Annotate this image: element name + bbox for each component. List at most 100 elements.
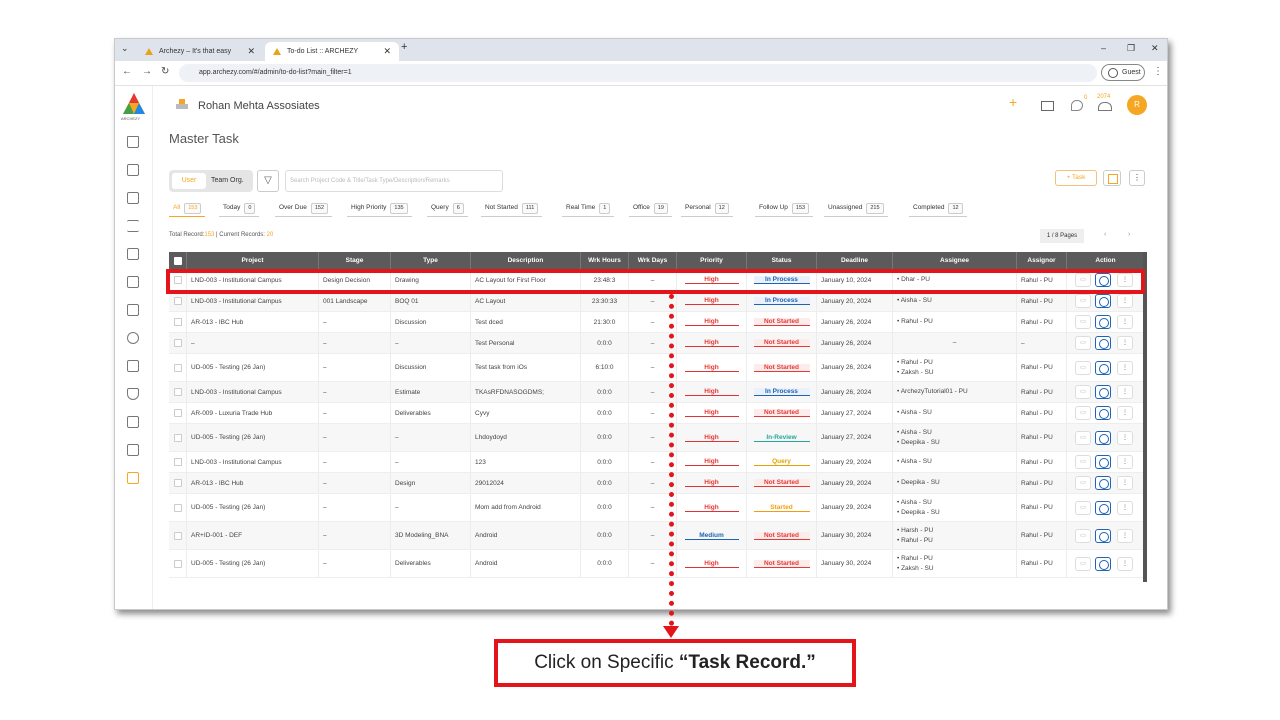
chip-over-due[interactable]: Over Due 152 [275,200,333,217]
column-header-wrk-days[interactable]: Wrk Days [629,252,677,270]
row-checkbox[interactable] [173,318,182,326]
grid-view-icon[interactable] [1103,170,1121,186]
column-header-project[interactable]: Project [187,252,319,270]
org-chart-icon[interactable] [127,444,139,456]
user-avatar[interactable]: R [1127,95,1147,115]
table-row[interactable]: LND-003 - Institutional Campus 001 Landsc… [169,291,1145,312]
minimize-button[interactable]: – [1101,43,1106,53]
chip-real-time[interactable]: Real Time 1 [562,200,615,217]
tab-archezy-home[interactable]: Archezy – It's that easy ✕ [137,42,263,61]
comment-icon[interactable]: ▭ [1075,336,1091,350]
row-more-icon[interactable]: ⋮ [1117,556,1133,571]
user-toggle[interactable]: User [172,173,206,189]
comment-icon[interactable]: ▭ [1075,528,1091,543]
clock-icon[interactable] [1095,455,1111,469]
report-icon[interactable] [127,416,139,428]
table-row[interactable]: – – – Test Personal 0:0:0 – High Not Started Jan… [169,333,1145,354]
table-row[interactable]: AR-009 - Luxuria Trade Hub – Deliverables C… [169,403,1145,424]
add-task-button[interactable]: + Task [1055,170,1097,186]
status-badge[interactable]: Not Started [753,531,810,540]
column-header-deadline[interactable]: Deadline [817,252,893,270]
chip-not-started[interactable]: Not Started 111 [481,200,543,217]
status-badge[interactable]: Not Started [753,409,810,417]
status-badge[interactable]: Started [753,504,810,512]
filter-icon[interactable]: ▽ [257,170,279,192]
table-scrollbar[interactable] [1143,252,1147,582]
url-bar[interactable]: app.archezy.com/#/admin/to-do-list?main_… [179,64,1097,82]
column-header-stage[interactable]: Stage [319,252,391,270]
chip-completed[interactable]: Completed 12 [909,200,967,217]
list-icon[interactable] [127,220,139,232]
prev-page-button[interactable]: ‹ [1104,231,1106,238]
table-row[interactable]: AR+ID-001 - DEF – 3D Modeling_BNA Android 0:… [169,522,1145,550]
comment-icon[interactable]: ▭ [1075,294,1091,308]
row-checkbox[interactable] [173,388,182,396]
clock-icon[interactable] [1095,430,1111,445]
status-badge[interactable]: Not Started [753,339,810,347]
row-more-icon[interactable]: ⋮ [1117,500,1133,515]
table-row[interactable]: AR-013 - IBC Hub – Design 29012024 0:0:0 – Hig… [169,473,1145,494]
table-row[interactable]: AR-013 - IBC Hub – Discussion Test dced 21:3… [169,312,1145,333]
row-more-icon[interactable]: ⋮ [1117,455,1133,469]
comment-icon[interactable]: ▭ [1075,476,1091,490]
clock-icon[interactable] [1095,360,1111,375]
column-header-status[interactable]: Status [747,252,817,270]
comment-icon[interactable]: ▭ [1075,385,1091,399]
row-more-icon[interactable]: ⋮ [1117,406,1133,420]
comment-icon[interactable]: ▭ [1075,556,1091,571]
close-tab-icon[interactable]: ✕ [247,42,255,61]
next-page-button[interactable]: › [1128,231,1130,238]
new-tab-button[interactable]: + [401,41,407,53]
column-header-type[interactable]: Type [391,252,471,270]
status-badge[interactable]: In-Review [753,434,810,442]
comment-icon[interactable]: ▭ [1075,315,1091,329]
browser-menu-icon[interactable]: ⋮ [1153,66,1163,77]
clock-icon[interactable] [1095,500,1111,515]
guest-profile-button[interactable]: Guest [1101,64,1145,81]
printer-icon[interactable] [127,332,139,344]
row-more-icon[interactable]: ⋮ [1117,315,1133,329]
notes-icon[interactable] [127,304,139,316]
row-checkbox[interactable] [173,409,182,417]
team-org-toggle[interactable]: Team Org. [211,173,244,189]
chip-follow-up[interactable]: Follow Up 153 [755,200,814,217]
more-options-button[interactable]: ⋮ [1129,170,1145,186]
table-row[interactable]: UD-005 - Testing (26 Jan) – – Mom add from … [169,494,1145,522]
column-header-priority[interactable]: Priority [677,252,747,270]
column-header-action[interactable]: Action [1067,252,1145,270]
row-checkbox[interactable] [173,503,182,512]
tasks-icon[interactable] [127,276,139,288]
comment-icon[interactable]: ▭ [1075,500,1091,515]
row-more-icon[interactable]: ⋮ [1117,528,1133,543]
row-checkbox[interactable] [173,559,182,568]
folder-icon[interactable] [127,360,139,372]
row-checkbox[interactable] [173,297,182,305]
table-row[interactable]: LND-003 - Institutional Campus – – 123 0:0:0… [169,452,1145,473]
clock-icon[interactable] [1095,385,1111,399]
row-checkbox[interactable] [173,433,182,442]
search-input[interactable]: Search Project Code & Title/Task Type/De… [285,170,503,192]
table-row[interactable]: UD-005 - Testing (26 Jan) – Discussion Test… [169,354,1145,382]
column-header-assignee[interactable]: Assignee [893,252,1017,270]
reload-icon[interactable]: ↻ [161,66,169,77]
chip-all[interactable]: All 153 [169,200,206,217]
table-row[interactable]: UD-005 - Testing (26 Jan) – Deliverables An… [169,550,1145,578]
row-more-icon[interactable]: ⋮ [1117,385,1133,399]
row-checkbox[interactable] [173,363,182,372]
row-more-icon[interactable]: ⋮ [1117,294,1133,308]
clock-icon[interactable] [1095,528,1111,543]
status-badge[interactable]: Not Started [753,559,810,568]
chip-office[interactable]: Office 19 [629,200,672,217]
tab-todo-list[interactable]: To-do List :: ARCHEZY ✕ [265,42,399,61]
clock-icon[interactable] [1095,476,1111,490]
status-badge[interactable]: Not Started [753,318,810,326]
chip-query[interactable]: Query 6 [427,200,468,217]
chip-personal[interactable]: Personal 12 [681,200,733,217]
close-tab-icon[interactable]: ✕ [383,42,391,61]
settings-icon[interactable] [127,472,139,484]
row-checkbox[interactable] [173,339,182,347]
row-more-icon[interactable]: ⋮ [1117,430,1133,445]
status-badge[interactable]: In Process [753,297,810,305]
comment-icon[interactable]: ▭ [1075,360,1091,375]
dashboard-icon[interactable] [127,164,139,176]
